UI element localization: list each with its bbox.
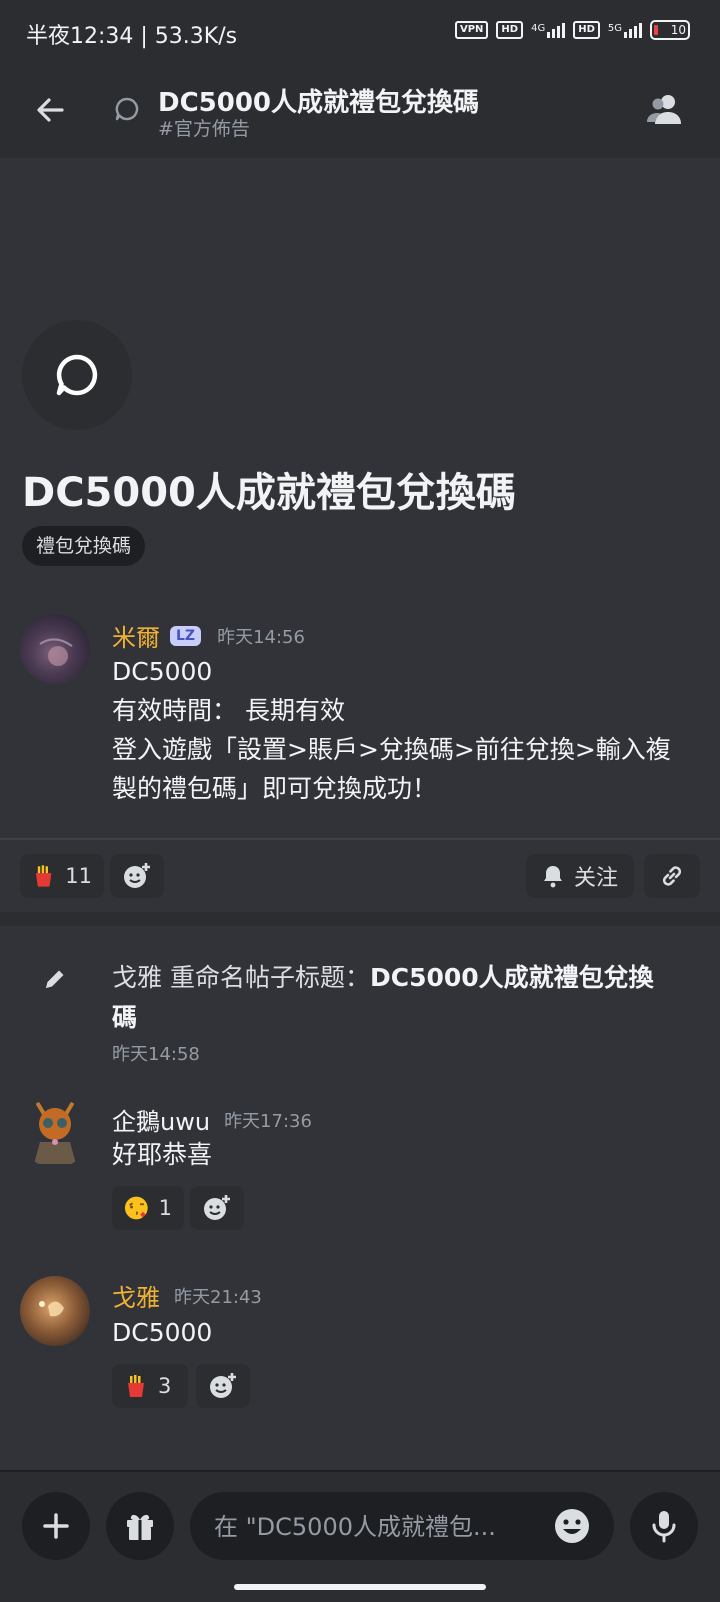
message-text: DC5000 bbox=[112, 1318, 213, 1347]
header-channel[interactable]: #官方佈告 bbox=[158, 114, 250, 141]
chat-bubble-icon bbox=[56, 354, 98, 396]
username[interactable]: 戈雅 bbox=[112, 1278, 160, 1313]
attach-button[interactable] bbox=[22, 1492, 90, 1560]
add-reaction-button[interactable] bbox=[110, 854, 164, 898]
back-button[interactable] bbox=[30, 90, 70, 130]
battery-icon: 10 bbox=[650, 20, 690, 40]
timestamp: 昨天14:56 bbox=[217, 626, 305, 648]
add-reaction-icon bbox=[210, 1373, 236, 1398]
signal-4g-icon: 4G bbox=[531, 22, 566, 38]
system-timestamp: 昨天14:58 bbox=[112, 1044, 200, 1065]
system-message: 戈雅 重命名帖子标题：DC5000人成就禮包兌換 碼 bbox=[112, 958, 712, 1038]
status-icons: VPN HD 4G HD 5G 10 bbox=[454, 20, 690, 40]
microphone-icon bbox=[652, 1511, 676, 1543]
reaction-count: 1 bbox=[158, 1196, 172, 1220]
fries-emoji-icon bbox=[128, 1375, 144, 1397]
thread-header: DC5000人成就禮包兌換碼 #官方佈告 bbox=[0, 62, 720, 158]
avatar[interactable] bbox=[20, 1276, 90, 1346]
hd-icon: HD bbox=[496, 21, 524, 39]
add-reaction-button[interactable] bbox=[196, 1364, 250, 1408]
post-meta: 米爾 LZ 昨天14:56 bbox=[112, 618, 305, 653]
thread-intro-icon bbox=[22, 320, 132, 430]
arrow-left-icon bbox=[37, 98, 64, 122]
gift-icon bbox=[127, 1514, 153, 1540]
link-icon bbox=[662, 866, 682, 886]
username[interactable]: 企鵝uwu bbox=[112, 1102, 210, 1137]
message-text: 好耶恭喜 bbox=[112, 1140, 213, 1169]
members-icon bbox=[647, 95, 681, 124]
message-input-box[interactable] bbox=[190, 1492, 614, 1562]
avatar[interactable] bbox=[20, 614, 90, 684]
fries-emoji-icon bbox=[35, 865, 52, 887]
add-reaction-button[interactable] bbox=[190, 1186, 244, 1230]
add-reaction-icon bbox=[124, 863, 150, 888]
voice-button[interactable] bbox=[630, 1492, 698, 1560]
plus-icon bbox=[43, 1513, 69, 1539]
system-new-title-cont: 碼 bbox=[112, 1003, 138, 1032]
message-meta: 企鵝uwu 昨天17:36 bbox=[112, 1102, 312, 1137]
kissing-face-emoji-icon bbox=[124, 1196, 148, 1220]
post-line: 製的禮包碼」即可兌換成功！ bbox=[112, 774, 438, 803]
reaction-kiss[interactable]: 1 bbox=[112, 1186, 184, 1230]
username[interactable]: 米爾 bbox=[112, 618, 160, 653]
thread-icon bbox=[114, 96, 140, 122]
thread-tag[interactable]: 禮包兌換碼 bbox=[22, 526, 146, 566]
add-reaction-icon bbox=[204, 1195, 230, 1220]
pencil-icon bbox=[42, 966, 68, 996]
post-line: 登入遊戲「設置>賬戶>兌換碼>前往兌換>輸入複 bbox=[112, 735, 671, 764]
reaction-fries[interactable]: 3 bbox=[112, 1364, 188, 1408]
post-body: DC5000 有效時間： 長期有效 登入遊戲「設置>賬戶>兌換碼>前往兌換>輸入… bbox=[112, 652, 712, 808]
signal-5g-icon: 5G bbox=[608, 22, 642, 38]
members-button[interactable] bbox=[644, 90, 686, 130]
home-indicator[interactable] bbox=[234, 1584, 486, 1590]
divider bbox=[0, 838, 720, 840]
vpn-icon: VPN bbox=[454, 21, 489, 39]
message-meta: 戈雅 昨天21:43 bbox=[112, 1278, 262, 1313]
smiley-icon bbox=[555, 1509, 589, 1543]
reaction-count: 3 bbox=[158, 1374, 172, 1398]
avatar[interactable] bbox=[20, 1098, 90, 1168]
system-action: 重命名帖子标题： bbox=[162, 963, 370, 992]
bell-icon bbox=[544, 866, 562, 888]
system-actor[interactable]: 戈雅 bbox=[112, 963, 162, 992]
section-separator bbox=[0, 912, 720, 926]
hd-icon-2: HD bbox=[573, 21, 600, 39]
post-line: 有效時間： 長期有效 bbox=[112, 696, 345, 725]
timestamp: 昨天17:36 bbox=[224, 1110, 312, 1132]
post-line: DC5000 bbox=[112, 657, 213, 686]
reaction-count: 11 bbox=[65, 864, 92, 888]
thread-title: DC5000人成就禮包兌換碼 bbox=[22, 470, 516, 516]
follow-button[interactable]: 关注 bbox=[526, 854, 635, 898]
copy-link-button[interactable] bbox=[644, 854, 700, 898]
status-bar: 半夜12:34 | 53.3K/s VPN HD 4G HD 5G 10 bbox=[0, 0, 720, 62]
gift-button[interactable] bbox=[106, 1492, 174, 1560]
reaction-fries[interactable]: 11 bbox=[20, 854, 104, 898]
timestamp: 昨天21:43 bbox=[174, 1286, 262, 1308]
system-new-title: DC5000人成就禮包兌換 bbox=[369, 963, 654, 992]
message-input[interactable] bbox=[212, 1492, 536, 1562]
emoji-button[interactable] bbox=[554, 1508, 590, 1548]
composer-bar bbox=[0, 1470, 720, 1602]
status-time: 半夜12:34 | 53.3K/s bbox=[26, 24, 238, 49]
follow-label: 关注 bbox=[574, 866, 619, 891]
author-badge: LZ bbox=[170, 625, 202, 646]
